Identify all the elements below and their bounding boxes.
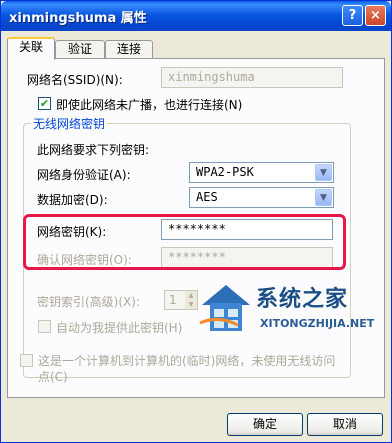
chevron-down-icon[interactable]: ▼ — [315, 189, 332, 206]
window-title: xinmingshuma 属性 — [9, 11, 147, 26]
auth-select[interactable]: WPA2-PSK ▼ — [189, 162, 334, 183]
cancel-button[interactable]: 取消 — [307, 413, 383, 436]
key-index-value: 1 — [169, 293, 177, 307]
properties-dialog: xinmingshuma 属性 ? × 关联 验证 连接 网络名(SSID)(N… — [0, 0, 392, 443]
watermark-logo: 系统之家 XITONGZHIJIA.NET — [198, 279, 378, 339]
title-bar[interactable]: xinmingshuma 属性 ? × — [1, 1, 391, 31]
ok-button[interactable]: 确定 — [227, 413, 303, 436]
auth-label: 网络身份验证(A): — [37, 168, 131, 182]
adhoc-checkbox[interactable] — [20, 354, 33, 367]
wireless-key-group-title: 无线网络密钥 — [31, 115, 108, 132]
help-button[interactable]: ? — [342, 5, 363, 26]
ssid-field[interactable]: xinmingshuma — [161, 67, 343, 88]
auth-select-value: WPA2-PSK — [196, 165, 254, 179]
auto-key-label: 自动为我提供此密钥(H) — [56, 321, 183, 335]
encryption-label: 数据加密(D): — [37, 193, 108, 207]
tab-association[interactable]: 关联 — [7, 37, 55, 60]
encryption-select-value: AES — [196, 190, 218, 204]
watermark-title: 系统之家 — [256, 287, 349, 312]
adhoc-label: 这是一个计算机到计算机的(临时)网络，未使用无线访问点(C) — [38, 354, 336, 384]
spinner-arrows-icon[interactable]: ▲ ▼ — [185, 291, 197, 309]
house-logo-icon — [199, 285, 250, 331]
key-index-label: 密钥索引(高级)(X): — [37, 295, 140, 309]
ssid-label: 网络名(SSID)(N): — [27, 73, 123, 87]
chevron-down-icon[interactable]: ▼ — [315, 164, 332, 181]
key-index-spinner[interactable]: 1 ▲ ▼ — [164, 290, 198, 310]
broadcast-checkbox[interactable]: ✔ — [38, 97, 51, 110]
tab-authentication[interactable]: 验证 — [55, 40, 105, 59]
tab-connection[interactable]: 连接 — [105, 40, 153, 59]
highlight-box — [23, 214, 346, 270]
broadcast-label: 即使此网络未广播，也进行连接(N) — [56, 98, 243, 112]
auto-key-checkbox[interactable] — [38, 320, 51, 333]
requires-key-label: 此网络要求下列密钥: — [37, 143, 150, 157]
watermark-url: XITONGZHIJIA.NET — [260, 317, 375, 330]
encryption-select[interactable]: AES ▼ — [189, 187, 334, 208]
close-button[interactable]: × — [365, 5, 386, 26]
